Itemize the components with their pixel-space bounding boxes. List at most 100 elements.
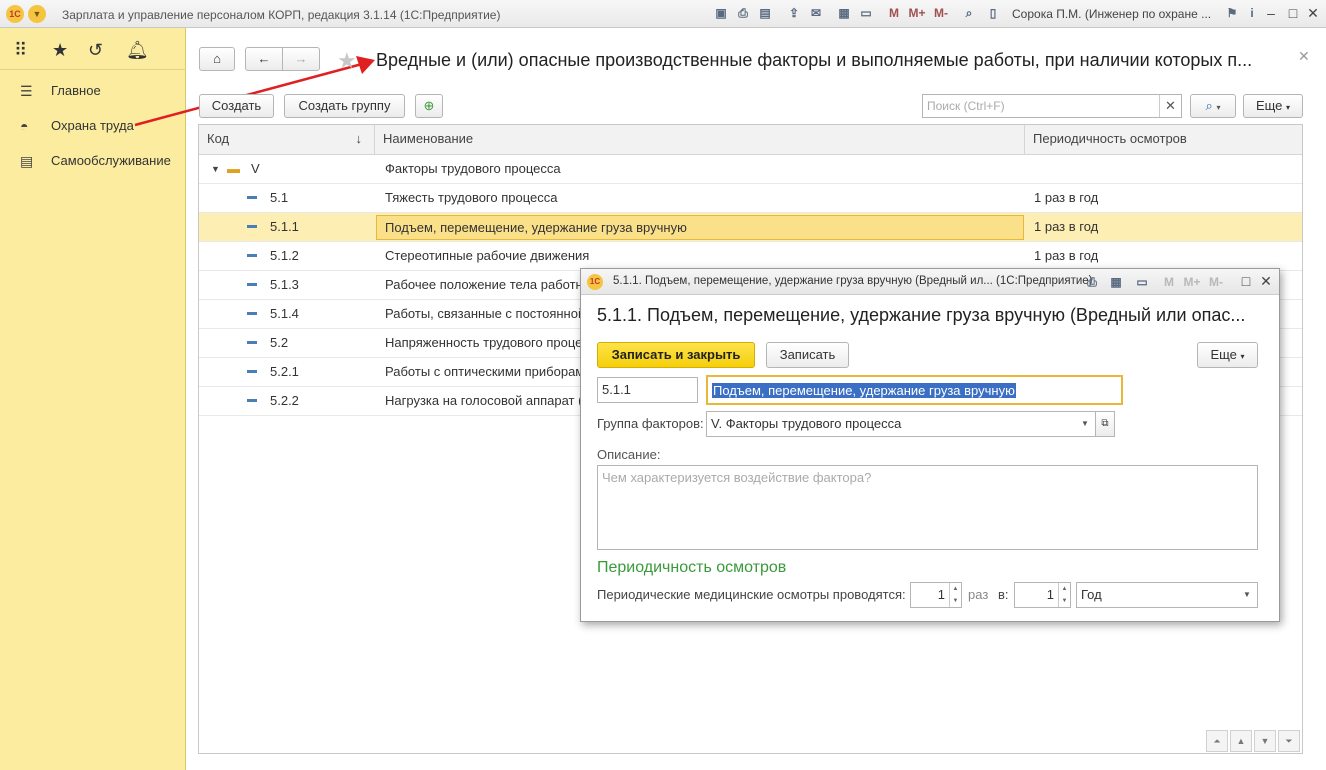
maximize-icon[interactable]: □	[1237, 272, 1255, 290]
column-code-header[interactable]: Код ↓	[199, 125, 375, 155]
menu-lines-icon: ☰	[20, 83, 33, 99]
favorite-star-icon[interactable]: ★	[337, 48, 357, 74]
sidebar-item-label: Главное	[51, 83, 101, 98]
dialog-window-title: 5.1.1. Подъем, перемещение, удержание гр…	[613, 275, 1093, 287]
memory-minus-icon[interactable]: M-	[930, 5, 952, 21]
times-label: раз	[968, 587, 989, 602]
add-document-icon: ⊕	[423, 98, 435, 113]
notifications-icon[interactable]: ⚑	[1224, 5, 1240, 21]
minimize-icon[interactable]: –	[1262, 4, 1280, 22]
id-card-icon: ▤	[20, 153, 34, 169]
scroll-bottom-icon[interactable]: ⏷	[1278, 730, 1300, 752]
dropdown-caret-icon[interactable]: ▼	[1075, 412, 1095, 436]
page-title: Вредные и (или) опасные производственные…	[376, 50, 1253, 70]
row-name: Стереотипные рабочие движения	[385, 248, 590, 263]
current-user[interactable]: Сорока П.М. (Инженер по охране ...	[1012, 7, 1211, 21]
sort-arrow-icon: ↓	[355, 131, 363, 146]
calendar-icon[interactable]: ▭	[858, 5, 874, 21]
row-name: Тяжесть трудового процесса	[385, 190, 558, 205]
name-field[interactable]: Подъем, перемещение, удержание груза вру…	[706, 375, 1123, 405]
table-row[interactable]: ▼ ▬ V Факторы трудового процесса	[199, 155, 1302, 184]
save-button[interactable]: Записать	[766, 342, 849, 368]
forward-button[interactable]: →	[282, 47, 320, 71]
row-name: Напряженность трудового проце	[385, 335, 583, 350]
save-and-close-button[interactable]: Записать и закрыть	[597, 342, 755, 368]
code-field[interactable]: 5.1.1	[597, 377, 698, 403]
search-button[interactable]: ⌕ ▾	[1190, 94, 1236, 118]
maximize-icon[interactable]: □	[1284, 4, 1302, 22]
close-dialog-icon[interactable]: ✕	[1257, 272, 1275, 290]
table-header: Код ↓ Наименование Периодичность осмотров	[199, 125, 1302, 155]
dialog-more-button[interactable]: Еще ▾	[1197, 342, 1258, 368]
period-unit-select[interactable]: Год ▼	[1076, 582, 1258, 608]
stepper-arrows-icon[interactable]: ▲ ▼	[949, 583, 961, 607]
print-icon[interactable]: ⎙	[1084, 274, 1100, 290]
row-name: Рабочее положение тела работн	[385, 277, 583, 292]
times-stepper[interactable]: 1 ▲ ▼	[910, 582, 962, 608]
home-button[interactable]: ⌂	[199, 47, 235, 71]
scroll-top-icon[interactable]: ⏶	[1206, 730, 1228, 752]
close-window-icon[interactable]: ✕	[1304, 4, 1322, 22]
history-icon[interactable]: ↺	[88, 40, 103, 61]
window-titlebar: 1С ▼ Зарплата и управление персоналом КО…	[0, 0, 1326, 28]
memory-plus-icon[interactable]: M+	[906, 5, 928, 21]
app-menu-icon[interactable]: ▼	[28, 5, 46, 23]
send-icon[interactable]: ✉	[808, 5, 824, 21]
memory-plus-icon[interactable]: M+	[1181, 274, 1203, 290]
create-button[interactable]: Создать	[199, 94, 274, 118]
period-count-value: 1	[1046, 587, 1054, 602]
item-icon	[247, 399, 257, 402]
description-field[interactable]: Чем характеризуется воздействие фактора?	[597, 465, 1258, 550]
search-input[interactable]: Поиск (Ctrl+F) ✕	[922, 94, 1182, 118]
row-code: 5.1	[270, 190, 289, 205]
periodic-label: Периодические медицинские осмотры провод…	[597, 587, 906, 602]
group-select[interactable]: V. Факторы трудового процесса ▼	[706, 411, 1096, 437]
memory-m-icon[interactable]: M	[886, 5, 902, 21]
create-group-button[interactable]: Создать группу	[284, 94, 405, 118]
stepper-arrows-icon[interactable]: ▲ ▼	[1058, 583, 1070, 607]
add-document-button[interactable]: ⊕	[415, 94, 443, 118]
row-period: 1 раз в год	[1034, 190, 1099, 205]
calculator-icon[interactable]: ▦	[836, 5, 852, 21]
table-row[interactable]: 5.1.2 Стереотипные рабочие движения 1 ра…	[199, 242, 1302, 271]
calendar-icon[interactable]: ▭	[1134, 274, 1150, 290]
clear-search-icon[interactable]: ✕	[1159, 95, 1181, 117]
preview-icon[interactable]: ▤	[757, 5, 773, 21]
column-name-header[interactable]: Наименование	[375, 125, 1025, 155]
scroll-down-icon[interactable]: ▼	[1254, 730, 1276, 752]
save-icon[interactable]: ▣	[713, 5, 729, 21]
row-period: 1 раз в год	[1034, 219, 1099, 234]
open-group-button[interactable]: ⧉	[1095, 411, 1115, 437]
column-period-header[interactable]: Периодичность осмотров	[1025, 125, 1302, 155]
more-label: Еще	[1210, 347, 1237, 362]
sidebar-item-self-service[interactable]: ▤ Самообслуживание	[0, 146, 186, 176]
row-name: Нагрузка на голосовой аппарат (	[385, 393, 583, 408]
period-count-stepper[interactable]: 1 ▲ ▼	[1014, 582, 1071, 608]
item-icon	[247, 283, 257, 286]
memory-m-icon[interactable]: M	[1161, 274, 1177, 290]
period-unit-value: Год	[1081, 587, 1102, 602]
row-name: Работы, связанные с постоянной	[385, 306, 586, 321]
attach-icon[interactable]: ⇪	[786, 5, 802, 21]
zoom-icon[interactable]: ⌕	[961, 5, 977, 21]
info-icon[interactable]: i	[1244, 5, 1260, 21]
more-button[interactable]: Еще ▾	[1243, 94, 1303, 118]
item-icon	[247, 225, 257, 228]
in-label: в:	[998, 587, 1009, 602]
dialog-heading: 5.1.1. Подъем, перемещение, удержание гр…	[597, 305, 1246, 325]
expand-caret-icon[interactable]: ▼	[211, 155, 220, 183]
close-page-icon[interactable]: ✕	[1298, 48, 1310, 65]
print-icon[interactable]: ⎙	[735, 5, 751, 21]
apps-grid-icon[interactable]: ⠿	[14, 40, 27, 61]
scroll-up-icon[interactable]: ▲	[1230, 730, 1252, 752]
helmet-icon: ◓	[20, 118, 29, 134]
arrow-left-icon: ←	[257, 51, 271, 66]
calculator-icon[interactable]: ▦	[1108, 274, 1124, 290]
dropdown-caret-icon[interactable]: ▼	[1237, 583, 1257, 607]
panel-icon[interactable]: ▯	[985, 5, 1001, 21]
back-button[interactable]: ←	[245, 47, 283, 71]
table-row[interactable]: 5.1 Тяжесть трудового процесса 1 раз в г…	[199, 184, 1302, 213]
favorites-star-icon[interactable]: ★	[52, 40, 68, 61]
table-row-selected[interactable]: 5.1.1 Подъем, перемещение, удержание гру…	[199, 213, 1302, 242]
memory-minus-icon[interactable]: M-	[1205, 274, 1227, 290]
